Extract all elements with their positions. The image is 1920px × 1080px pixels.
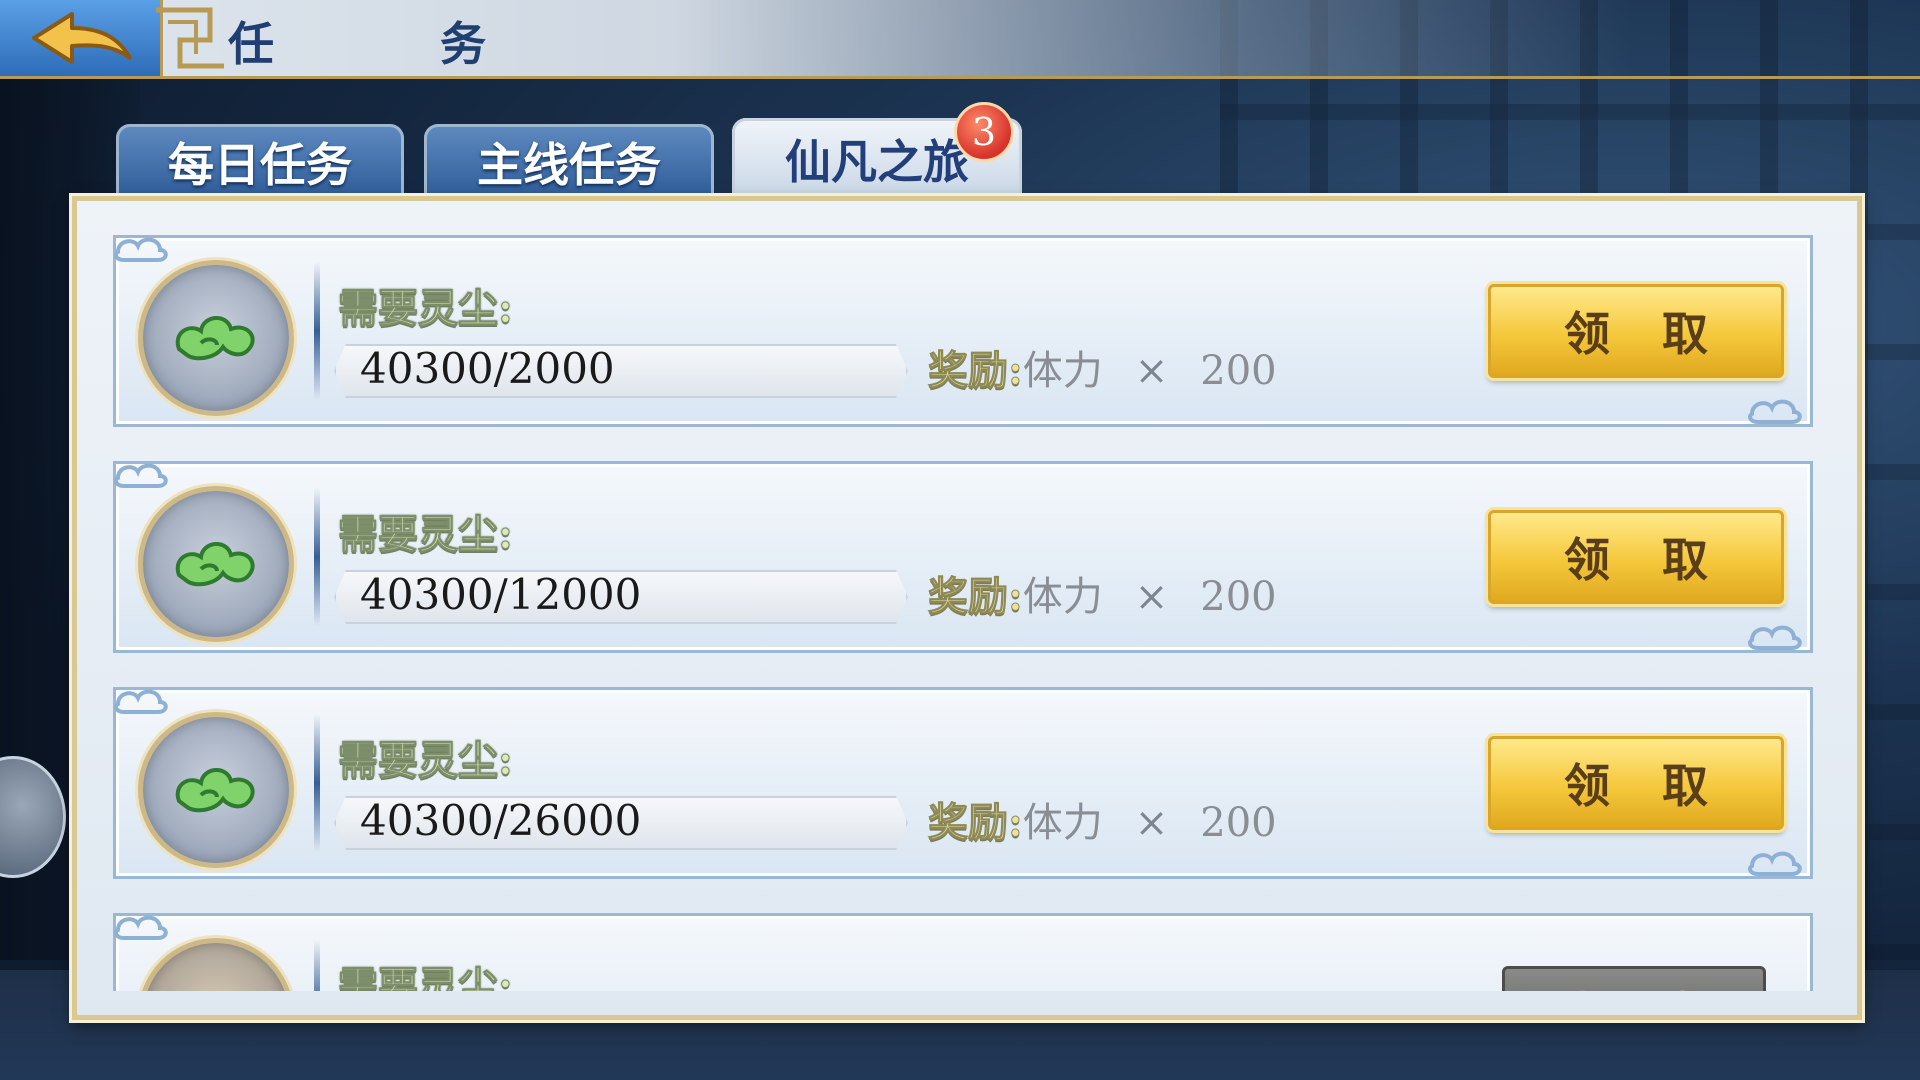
task-panel: 需要灵尘: 40300/2000 奖励:体力 × 200 领取 需要灵尘: 4030… xyxy=(72,196,1862,1020)
green-cloud-icon xyxy=(138,712,294,868)
task-row: 需要灵尘: 40300/26000 奖励:体力 × 200 领取 xyxy=(113,687,1813,879)
task-row: 需要灵尘: 40300/12000 奖励:体力 × 200 领取 xyxy=(113,461,1813,653)
multiply-sign: × xyxy=(1134,800,1169,846)
tab-daily-tasks[interactable]: 每日任务 xyxy=(116,124,404,200)
claim-button[interactable]: 领取 xyxy=(1488,510,1784,604)
requirement-label: 需要灵尘: xyxy=(338,511,514,559)
cloud-ornament-icon xyxy=(113,908,172,942)
row-divider xyxy=(314,940,320,991)
notification-badge: 3 xyxy=(954,102,1014,162)
reward-quantity: 200 xyxy=(1200,800,1277,846)
green-cloud-icon xyxy=(138,260,294,416)
tab-label: 主线任务 xyxy=(477,138,661,192)
cloud-ornament-icon xyxy=(1746,844,1806,878)
cloud-ornament-icon xyxy=(1746,392,1806,426)
cloud-ornament-icon xyxy=(113,456,172,490)
tab-label: 仙凡之旅 xyxy=(785,135,969,189)
page-title: 任 务 xyxy=(228,17,546,71)
claim-button[interactable]: 领取 xyxy=(1488,284,1784,378)
back-arrow-icon xyxy=(32,12,132,64)
row-divider xyxy=(314,714,320,852)
task-row: 需要灵尘: 未达成 xyxy=(113,913,1813,991)
reward-quantity: 200 xyxy=(1200,348,1277,394)
reward-item: 体力 xyxy=(1022,348,1103,394)
reward-info: 奖励:体力 × 200 xyxy=(928,344,1277,398)
multiply-sign: × xyxy=(1134,574,1169,620)
claim-button[interactable]: 领取 xyxy=(1488,736,1784,830)
reward-item: 体力 xyxy=(1022,574,1103,620)
reward-item: 体力 xyxy=(1022,800,1103,846)
task-list[interactable]: 需要灵尘: 40300/2000 奖励:体力 × 200 领取 需要灵尘: 4030… xyxy=(113,235,1813,991)
tab-immortal-journey[interactable]: 仙凡之旅 3 xyxy=(732,102,1022,200)
cloud-ornament-icon xyxy=(113,682,172,716)
requirement-label: 需要灵尘: xyxy=(338,737,514,785)
progress-value: 40300/12000 xyxy=(360,570,642,619)
lattice-ornament-icon xyxy=(156,7,224,69)
row-divider xyxy=(314,262,320,400)
reward-label: 奖励: xyxy=(928,799,1024,847)
not-completed-button: 未达成 xyxy=(1502,966,1766,991)
top-bar: 任 务 xyxy=(0,0,1920,79)
progress-value: 40300/2000 xyxy=(360,344,615,393)
cloud-ornament-icon xyxy=(1746,618,1806,652)
reward-label: 奖励: xyxy=(928,573,1024,621)
tab-main-tasks[interactable]: 主线任务 xyxy=(424,124,714,200)
requirement-label: 需要灵尘: xyxy=(338,963,514,992)
reward-label: 奖励: xyxy=(928,347,1024,395)
task-row: 需要灵尘: 40300/2000 奖励:体力 × 200 领取 xyxy=(113,235,1813,427)
back-button[interactable] xyxy=(0,0,163,76)
green-cloud-icon xyxy=(138,486,294,642)
reward-info: 奖励:体力 × 200 xyxy=(928,570,1277,624)
multiply-sign: × xyxy=(1134,348,1169,394)
tab-label: 每日任务 xyxy=(168,138,352,192)
row-divider xyxy=(314,488,320,626)
progress-value: 40300/26000 xyxy=(360,796,642,845)
gold-cloud-icon xyxy=(138,938,294,991)
cloud-ornament-icon xyxy=(113,235,172,264)
requirement-label: 需要灵尘: xyxy=(338,285,514,333)
reward-info: 奖励:体力 × 200 xyxy=(928,796,1277,850)
reward-quantity: 200 xyxy=(1200,574,1277,620)
